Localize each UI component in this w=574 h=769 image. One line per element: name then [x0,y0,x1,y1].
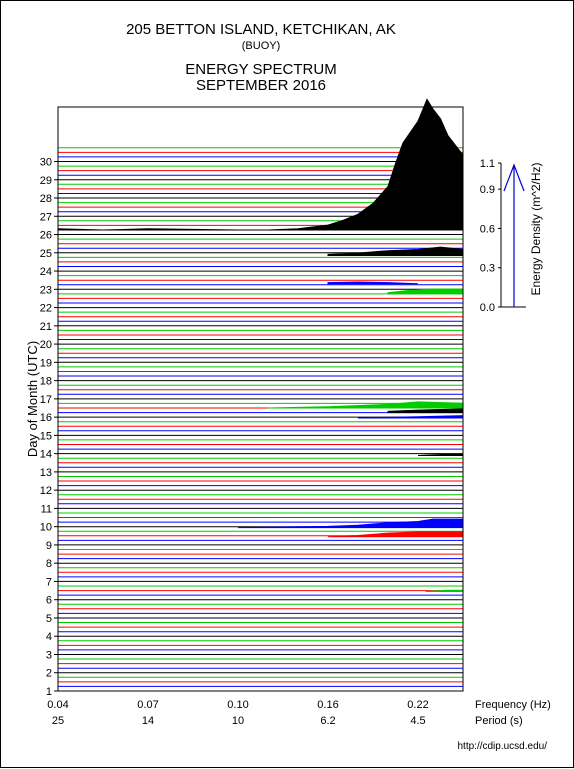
y-tick-label: 21 [40,321,52,333]
y-tick-label: 26 [40,230,52,242]
y-tick-label: 19 [40,357,52,369]
spectrum-series [327,281,419,285]
x-tick-label: 0.22 [407,699,428,711]
y-tick-label: 3 [46,649,52,661]
y-axis-label: Day of Month (UTC) [25,341,40,457]
period-tick-label: 14 [142,715,154,727]
y-tick-label: 10 [40,522,52,534]
period-axis-label: Period (s) [475,715,523,727]
y-tick-label: 22 [40,303,52,315]
scale-tick-label: 1.1 [480,158,495,170]
y-tick-label: 4 [46,631,52,643]
scale-label: Energy Density (m^2/Hz) [529,163,543,296]
y-tick-label: 5 [46,613,52,625]
spectrum-series [387,408,464,414]
y-tick-label: 14 [40,449,52,461]
scale-tick-label: 0.9 [480,184,495,196]
period-tick-label: 10 [232,715,244,727]
source-url[interactable]: http://cdip.ucsd.edu/ [457,741,547,752]
x-tick-label: 0.16 [317,699,338,711]
y-tick-label: 27 [40,211,52,223]
spectrum-series [327,531,464,538]
period-tick-label: 6.2 [320,715,335,727]
y-tick-label: 12 [40,485,52,497]
y-tick-label: 16 [40,412,52,424]
period-tick-label: 25 [52,715,64,727]
y-tick-label: 25 [40,248,52,260]
y-tick-label: 28 [40,193,52,205]
y-tick-label: 1 [46,686,52,698]
scale-tick-label: 0.3 [480,263,495,275]
y-tick-label: 2 [46,668,52,680]
y-tick-label: 17 [40,394,52,406]
scale-tick-label: 0.6 [480,223,495,235]
y-tick-label: 18 [40,376,52,388]
y-tick-label: 30 [40,157,52,169]
spectrum-chart: 1234567891011121314151617181920212223242… [25,98,551,727]
y-tick-label: 29 [40,175,52,187]
energy-scale: 1.1 0.9 0.6 0.3 0.0 [480,158,526,314]
spectrum-series [267,401,464,409]
x-tick-label: 0.07 [137,699,158,711]
y-tick-label: 7 [46,576,52,588]
y-tick-label: 8 [46,558,52,570]
y-tick-label: 23 [40,284,52,296]
scale-tick-label: 0.0 [480,302,495,314]
y-tick-label: 11 [41,503,52,515]
period-tick-label: 4.5 [410,715,425,727]
y-tick-label: 6 [46,595,52,607]
y-tick-label: 15 [40,430,52,442]
y-axis: 1234567891011121314151617181920212223242… [40,157,58,698]
y-tick-label: 20 [40,339,52,351]
x-axis-label: Frequency (Hz) [475,699,551,711]
x-tick-label: 0.04 [47,699,68,711]
spectrum-series [417,453,464,456]
y-tick-label: 24 [40,266,52,278]
x-tick-label: 0.10 [227,699,248,711]
y-tick-label: 9 [46,540,52,552]
spectrum-series [57,98,464,231]
y-tick-label: 13 [40,467,52,479]
x-axis: 0.04 25 0.07 14 0.10 10 0.16 6.2 0.22 4.5 [47,699,428,727]
chart-frame: 205 BETTON ISLAND, KETCHIKAN, AK (BUOY) … [0,0,574,768]
